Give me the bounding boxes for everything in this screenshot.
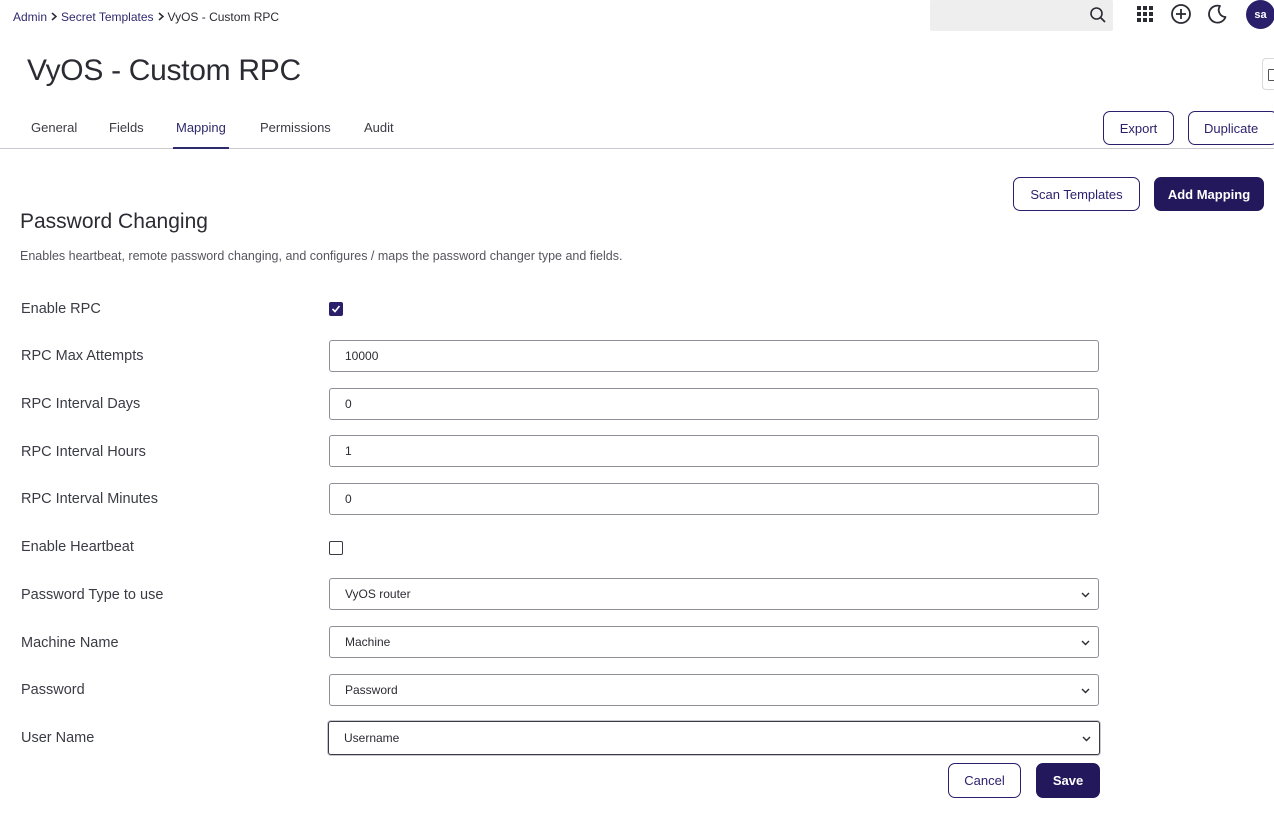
page-title: VyOS - Custom RPC (27, 54, 301, 87)
section-description: Enables heartbeat, remote password chang… (20, 249, 623, 263)
machine-name-value: Machine (345, 635, 391, 649)
rpc-max-attempts-label: RPC Max Attempts (21, 348, 144, 364)
password-label: Password (21, 682, 85, 698)
password-value: Password (345, 683, 398, 697)
tab-bar: General Fields Mapping Permissions Audit (0, 112, 1274, 149)
side-panel-toggle[interactable] (1262, 58, 1274, 90)
breadcrumb-secret-templates[interactable]: Secret Templates (61, 10, 154, 24)
avatar[interactable]: sa (1246, 0, 1274, 29)
chevron-down-icon (1081, 640, 1090, 646)
machine-name-select[interactable]: Machine (329, 626, 1099, 658)
add-circle-icon[interactable] (1170, 3, 1192, 25)
cancel-button[interactable]: Cancel (948, 763, 1021, 798)
tab-general[interactable]: General (31, 120, 77, 148)
dark-mode-moon-icon[interactable] (1206, 3, 1228, 25)
chevron-right-icon (154, 10, 168, 24)
search-input[interactable] (930, 0, 1113, 31)
tab-fields[interactable]: Fields (109, 120, 144, 148)
enable-heartbeat-checkbox[interactable] (329, 541, 343, 555)
user-name-select[interactable]: Username (328, 721, 1100, 755)
breadcrumb-current: VyOS - Custom RPC (167, 10, 280, 24)
user-name-value: Username (344, 731, 400, 745)
machine-name-label: Machine Name (21, 635, 119, 651)
rpc-interval-days-label: RPC Interval Days (21, 396, 141, 412)
rpc-max-attempts-input[interactable]: 10000 (329, 340, 1099, 372)
rpc-interval-days-input[interactable]: 0 (329, 388, 1099, 420)
chevron-right-icon (47, 10, 61, 24)
breadcrumb: Admin Secret Templates VyOS - Custom RPC (13, 10, 279, 24)
apps-grid-icon[interactable] (1134, 3, 1156, 25)
section-title: Password Changing (20, 210, 208, 233)
enable-heartbeat-label: Enable Heartbeat (21, 539, 134, 555)
rpc-interval-minutes-label: RPC Interval Minutes (21, 491, 158, 507)
tab-permissions[interactable]: Permissions (260, 120, 331, 148)
tab-audit[interactable]: Audit (364, 120, 394, 148)
rpc-interval-hours-label: RPC Interval Hours (21, 444, 146, 460)
enable-rpc-checkbox[interactable] (329, 302, 343, 316)
rpc-interval-minutes-input[interactable]: 0 (329, 483, 1099, 515)
add-mapping-button[interactable]: Add Mapping (1154, 177, 1264, 211)
panel-icon (1268, 69, 1274, 81)
password-type-label: Password Type to use (21, 587, 164, 603)
duplicate-button[interactable]: Duplicate (1188, 111, 1274, 145)
tab-mapping[interactable]: Mapping (173, 120, 229, 149)
scan-templates-button[interactable]: Scan Templates (1013, 177, 1140, 211)
enable-rpc-label: Enable RPC (21, 301, 101, 317)
save-button[interactable]: Save (1036, 763, 1100, 798)
rpc-interval-hours-input[interactable]: 1 (329, 435, 1099, 467)
checkmark-icon (331, 305, 341, 313)
user-name-label: User Name (21, 730, 95, 746)
search-icon[interactable] (1089, 6, 1107, 24)
password-type-select[interactable]: VyOS router (329, 578, 1099, 610)
breadcrumb-admin[interactable]: Admin (13, 10, 47, 24)
password-select[interactable]: Password (329, 674, 1099, 706)
chevron-down-icon (1081, 688, 1090, 694)
password-type-value: VyOS router (345, 587, 411, 601)
chevron-down-icon (1082, 736, 1091, 742)
chevron-down-icon (1081, 592, 1090, 598)
export-button[interactable]: Export (1103, 111, 1174, 145)
